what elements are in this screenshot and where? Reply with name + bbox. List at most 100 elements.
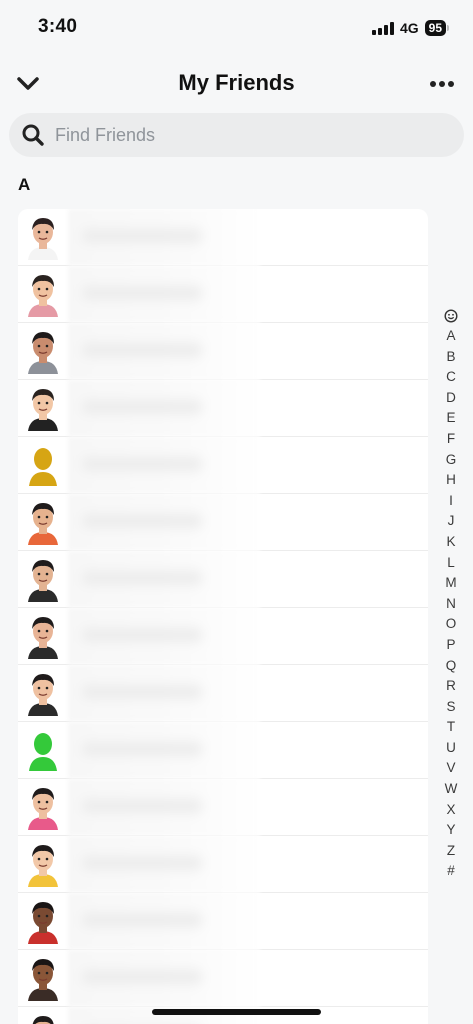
friends-list [18,209,428,1024]
avatar[interactable] [18,950,68,1006]
friend-name-redacted [68,209,260,265]
index-letter[interactable]: M [443,573,459,594]
index-letter[interactable]: I [443,491,459,512]
index-letter[interactable]: C [443,367,459,388]
avatar[interactable] [18,608,68,664]
friend-row[interactable] [18,266,428,323]
header: My Friends [0,62,473,106]
index-letter[interactable]: H [443,470,459,491]
friend-name-redacted [68,665,260,721]
search-input[interactable] [55,124,435,146]
male-dark-beard-avatar-icon [28,959,58,1001]
index-letter[interactable]: B [443,347,459,368]
network-type: 4G [399,20,419,36]
male-dark-skin-avatar-icon [28,902,58,944]
friend-row[interactable] [18,722,428,779]
index-letter[interactable]: D [443,388,459,409]
friend-row[interactable] [18,950,428,1007]
index-letter[interactable]: Z [443,841,459,862]
male-glasses-avatar-icon [28,674,58,716]
friend-row[interactable] [18,323,428,380]
friend-name-redacted [68,380,260,436]
index-letter[interactable]: X [443,800,459,821]
default-silhouette-avatar-icon [29,448,57,486]
friend-name-redacted [68,722,260,778]
friend-row[interactable] [18,209,428,266]
friend-name-redacted [68,494,260,550]
index-letter[interactable]: P [443,635,459,656]
page-title: My Friends [178,70,295,95]
friend-name-redacted [68,266,260,322]
female-curly-glasses-avatar-icon [28,560,58,602]
friend-name-redacted [68,893,260,949]
friend-name-redacted [68,779,260,835]
friend-row[interactable] [18,608,428,665]
avatar[interactable] [18,665,68,721]
battery-icon: 95 [424,20,446,36]
avatar[interactable] [18,380,68,436]
index-letter[interactable]: U [443,738,459,759]
friend-name-redacted [68,950,260,1006]
male-sunglasses-avatar-icon [28,503,58,545]
avatar[interactable] [18,494,68,550]
friend-name-redacted [68,608,260,664]
more-options-icon[interactable] [425,70,459,98]
index-letter[interactable]: T [443,717,459,738]
friend-name-redacted [68,437,260,493]
avatar[interactable] [18,551,68,607]
friend-row[interactable] [18,779,428,836]
avatar[interactable] [18,722,68,778]
index-letter[interactable]: K [443,532,459,553]
avatar[interactable] [18,1007,68,1024]
friend-row[interactable] [18,437,428,494]
female-long-hair-avatar-icon [28,332,58,374]
friend-name-redacted [68,323,260,379]
friend-row[interactable] [18,380,428,437]
green-silhouette-avatar-icon [29,733,57,771]
male-beard-avatar-icon [28,275,58,317]
index-letter[interactable]: N [443,594,459,615]
index-letter[interactable]: E [443,408,459,429]
index-letter[interactable]: S [443,697,459,718]
avatar[interactable] [18,266,68,322]
index-letter[interactable]: R [443,676,459,697]
search-bar[interactable] [9,113,464,157]
avatar[interactable] [18,437,68,493]
friend-row[interactable] [18,551,428,608]
home-indicator[interactable] [152,1009,321,1015]
index-letter[interactable]: V [443,758,459,779]
index-letter[interactable]: G [443,450,459,471]
index-letter[interactable]: A [443,326,459,347]
female-glasses-avatar-icon [28,218,58,260]
avatar[interactable] [18,209,68,265]
friend-name-redacted [68,836,260,892]
friend-row[interactable] [18,494,428,551]
avatar[interactable] [18,836,68,892]
index-letter[interactable]: Y [443,820,459,841]
index-letter[interactable]: L [443,553,459,574]
male-suit-avatar-icon [28,389,58,431]
male-bun-avatar-icon [28,845,58,887]
avatar[interactable] [18,323,68,379]
status-bar: 3:40 4G 95 [0,0,473,56]
index-letter[interactable]: O [443,614,459,635]
male-flower-crown-avatar-icon [28,788,58,830]
avatar[interactable] [18,779,68,835]
female-hearts-avatar-icon [28,617,58,659]
status-indicators: 4G 95 [371,19,449,37]
friend-row[interactable] [18,893,428,950]
avatar[interactable] [18,893,68,949]
male-partial-avatar-icon [32,1016,54,1024]
signal-icon [371,21,394,35]
section-header: A [18,175,31,194]
index-letter[interactable]: W [443,779,459,800]
smiley-icon[interactable] [444,309,458,323]
friend-name-redacted [68,551,260,607]
index-letter[interactable]: J [443,511,459,532]
alphabet-index[interactable]: A B C D E F G H I J K L M N O P Q R S T U V W X Y Z # [443,307,459,882]
friend-row[interactable] [18,665,428,722]
index-letter[interactable]: Q [443,656,459,677]
index-letter[interactable]: # [443,861,459,882]
friend-row[interactable] [18,836,428,893]
index-letter[interactable]: F [443,429,459,450]
